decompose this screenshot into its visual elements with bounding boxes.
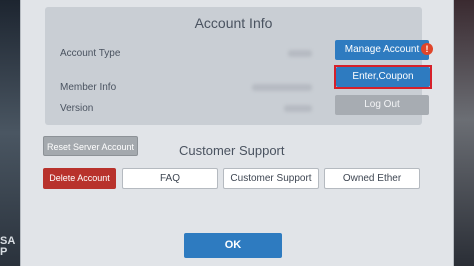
- settings-dialog: Account Info Account Type Member Info Ve…: [20, 0, 454, 266]
- delete-account-button[interactable]: Delete Account: [43, 168, 116, 189]
- member-info-label: Member Info: [60, 82, 117, 93]
- background-left-text: SA P: [0, 235, 16, 258]
- faq-button[interactable]: FAQ: [122, 168, 218, 189]
- owned-ether-button[interactable]: Owned Ether: [324, 168, 420, 189]
- member-info-value-redacted: [252, 84, 312, 91]
- log-out-button[interactable]: Log Out: [335, 95, 429, 115]
- version-value-redacted: [284, 105, 312, 112]
- account-type-value-redacted: [288, 50, 312, 57]
- enter-coupon-highlight: [334, 65, 432, 89]
- account-info-title: Account Info: [194, 15, 273, 31]
- manage-account-button[interactable]: Manage Account: [335, 40, 429, 60]
- ok-button[interactable]: OK: [184, 233, 282, 258]
- customer-support-title: Customer Support: [179, 143, 285, 158]
- account-type-label: Account Type: [60, 48, 121, 59]
- reset-server-account-button[interactable]: Reset Server Account: [43, 136, 138, 156]
- notification-badge: !: [421, 43, 433, 55]
- customer-support-button[interactable]: Customer Support: [223, 168, 319, 189]
- account-info-panel: Account Info Account Type Member Info Ve…: [45, 7, 433, 125]
- version-label: Version: [60, 103, 94, 114]
